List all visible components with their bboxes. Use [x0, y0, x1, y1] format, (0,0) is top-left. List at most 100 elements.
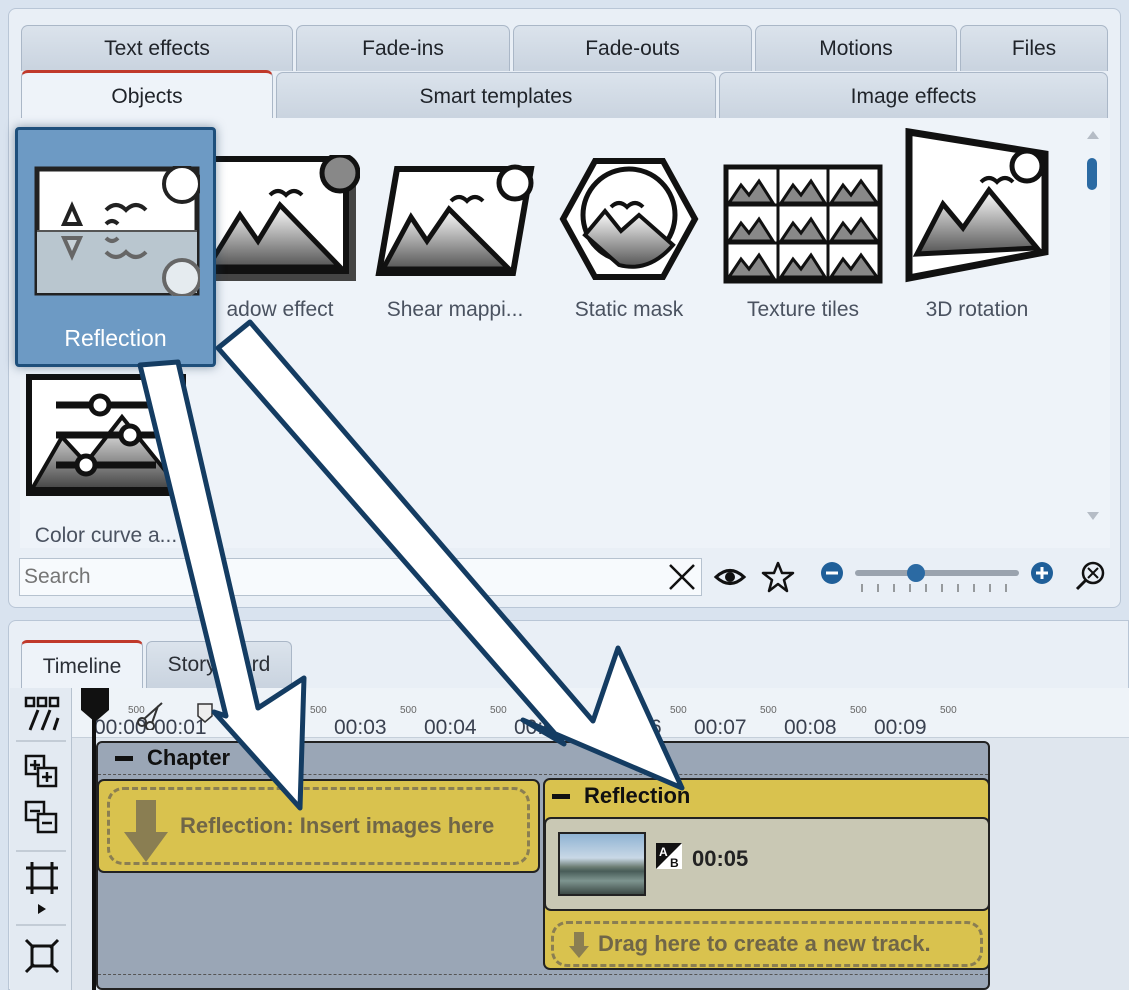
playhead-marker-icon[interactable] — [80, 688, 110, 724]
effect-label: Color curve a... — [34, 524, 178, 547]
ruler-sub-label: 500 — [490, 705, 507, 716]
tab-fade-outs[interactable]: Fade-outs — [513, 25, 752, 71]
tab-motions[interactable]: Motions — [755, 25, 957, 71]
playhead[interactable] — [92, 700, 96, 990]
effect-label: Reflection — [64, 325, 167, 351]
ruler-label: 00:03 — [334, 716, 387, 739]
effect-reflection[interactable]: Reflection — [15, 127, 216, 367]
track-divider — [98, 774, 988, 775]
reflection-header: Reflection — [552, 783, 690, 809]
ruler-sub-label: 500 — [310, 705, 327, 716]
shear-mapping-icon — [375, 150, 535, 290]
clear-search-icon[interactable] — [667, 562, 697, 592]
zoom-slider-handle[interactable] — [907, 564, 925, 582]
tab-files[interactable]: Files — [960, 25, 1108, 71]
eye-icon[interactable] — [713, 562, 747, 592]
tab-label: Fade-ins — [362, 36, 444, 60]
zoom-out-icon[interactable] — [820, 561, 844, 585]
reflection-icon — [34, 164, 202, 301]
effects-scrollbar[interactable] — [1084, 128, 1102, 523]
effect-label: 3D rotation — [925, 298, 1029, 321]
zoom-fit-icon[interactable] — [1074, 560, 1106, 592]
effect-static-mask[interactable]: Static mask — [549, 150, 709, 322]
clip-duration: 00:05 — [692, 846, 749, 871]
new-track-label: Drag here to create a new track. — [598, 931, 931, 956]
add-track-icon[interactable] — [24, 754, 60, 790]
tab-label: Motions — [819, 36, 893, 60]
collapse-chapter-icon[interactable] — [115, 755, 133, 761]
ruler-sub-label: 500 — [670, 705, 687, 716]
ruler-label: 00:04 — [424, 716, 477, 739]
tab-label: Smart templates — [419, 84, 573, 108]
tab-label: Image effects — [850, 84, 977, 108]
down-arrow-icon — [569, 932, 589, 958]
ruler-sub-label: 500 — [940, 705, 957, 716]
tab-text-effects[interactable]: Text effects — [21, 25, 293, 71]
tab-label: Objects — [111, 84, 183, 108]
texture-tiles-icon — [723, 150, 883, 290]
star-icon[interactable] — [761, 560, 795, 594]
chapter-header: Chapter — [115, 745, 230, 771]
collapse-reflection-icon[interactable] — [552, 793, 570, 799]
tab-objects[interactable]: Objects — [21, 70, 273, 120]
ruler-sub-label: 500 — [400, 705, 417, 716]
color-curve-icon — [26, 362, 186, 502]
svg-text:A: A — [659, 845, 668, 859]
effect-label: adow effect — [226, 298, 334, 321]
effect-shear-mapping[interactable]: Shear mappi... — [375, 150, 535, 322]
time-ruler[interactable] — [72, 688, 1129, 738]
tab-fade-ins[interactable]: Fade-ins — [296, 25, 510, 71]
ruler-label: 6 — [650, 716, 662, 739]
effect-color-curve[interactable]: Color curve a... — [26, 362, 186, 548]
tab-image-effects[interactable]: Image effects — [719, 72, 1108, 120]
effect-shadow-effect[interactable]: adow effect — [200, 150, 360, 322]
ruler-label: 00:07 — [694, 716, 747, 739]
static-mask-icon — [549, 150, 709, 290]
zoom-ticks — [861, 584, 1007, 592]
tab-label: Files — [1011, 36, 1057, 60]
shadow-effect-icon — [200, 150, 360, 290]
ruler-sub-label: 500 — [760, 705, 777, 716]
tab-label: Storyboard — [167, 653, 271, 676]
down-arrow-icon — [124, 800, 168, 862]
chapter-title: Chapter — [147, 745, 231, 770]
zoom-slider[interactable] — [855, 570, 1019, 576]
svg-text:B: B — [670, 856, 679, 870]
zoom-in-icon[interactable] — [1030, 561, 1054, 585]
ruler-label: 00:09 — [874, 716, 927, 739]
3d-rotation-icon — [897, 128, 1057, 290]
reflection-title: Reflection — [584, 783, 691, 808]
tracks-tool-icon[interactable] — [24, 696, 60, 732]
new-track-dropzone[interactable]: Drag here to create a new track. — [551, 921, 983, 967]
fit-frame-icon[interactable] — [24, 938, 60, 974]
clip-thumbnail — [558, 832, 646, 896]
tab-smart-templates[interactable]: Smart templates — [276, 72, 716, 120]
dropzone-label: Reflection: Insert images here — [180, 813, 495, 838]
search-input[interactable] — [24, 565, 654, 589]
tab-timeline[interactable]: Timeline — [21, 640, 143, 690]
tab-storyboard[interactable]: Storyboard — [146, 641, 292, 688]
expand-arrow-icon[interactable] — [36, 902, 48, 916]
ruler-label: 00:08 — [784, 716, 837, 739]
remove-track-icon[interactable] — [24, 800, 60, 836]
insert-images-dropzone[interactable]: Reflection: Insert images here — [97, 779, 540, 873]
scroll-up-icon[interactable] — [1084, 128, 1102, 142]
search-field[interactable] — [19, 558, 702, 596]
effect-3d-rotation[interactable]: 3D rotation — [897, 128, 1057, 322]
crop-frame-icon[interactable] — [24, 860, 60, 896]
effect-texture-tiles[interactable]: Texture tiles — [723, 150, 883, 322]
marker-icon[interactable] — [196, 702, 216, 724]
scroll-down-icon[interactable] — [1084, 509, 1102, 523]
effect-label: Static mask — [574, 298, 684, 321]
scissors-icon[interactable] — [136, 700, 166, 730]
tab-label: Text effects — [104, 36, 210, 60]
tab-label: Timeline — [42, 654, 122, 678]
transition-ab-icon[interactable]: A B — [655, 842, 683, 870]
effect-label: Shear mappi... — [386, 298, 524, 321]
scrollbar-thumb[interactable] — [1087, 158, 1097, 190]
effect-label: Texture tiles — [746, 298, 860, 321]
timeline-toolbar — [10, 688, 72, 990]
dropzone-inner: Reflection: Insert images here — [107, 787, 530, 865]
ruler-sub-label: 500 — [850, 705, 867, 716]
tab-label: Fade-outs — [585, 36, 680, 60]
